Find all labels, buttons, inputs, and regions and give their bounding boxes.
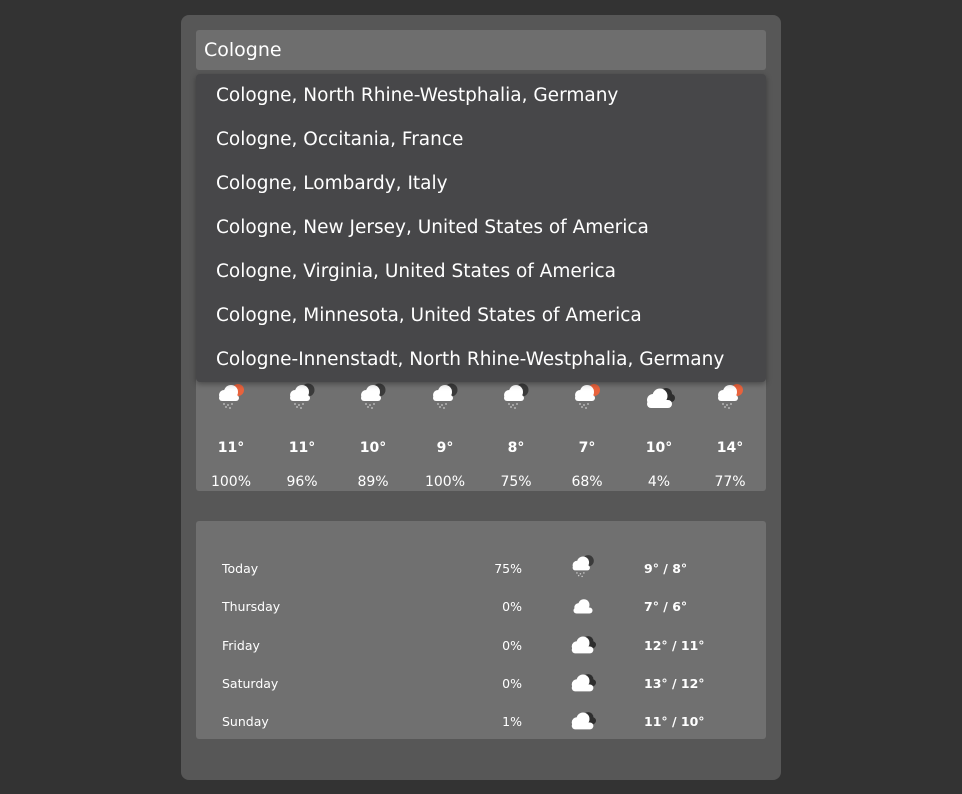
daily-row: Friday 0% 12° / 11° <box>196 636 766 656</box>
daily-day: Friday <box>222 638 260 653</box>
suggestion-item[interactable]: Cologne, Lombardy, Italy <box>216 172 448 196</box>
hourly-precip: 100% <box>210 474 252 490</box>
location-suggestions-dropdown: Cologne, North Rhine-Westphalia, Germany… <box>196 74 766 382</box>
daily-row: Thursday 0% 7° / 6° <box>196 597 766 617</box>
hourly-temp: 9° <box>436 440 454 456</box>
rain-sun-icon <box>575 384 600 409</box>
daily-day: Thursday <box>222 599 281 614</box>
daily-precip: 1% <box>502 714 522 729</box>
daily-high-low: 11° / 10° <box>644 714 705 729</box>
suggestion-item[interactable]: Cologne, Virginia, United States of Amer… <box>216 260 616 284</box>
hourly-temp: 10° <box>645 440 673 456</box>
hourly-temp: 8° <box>507 440 525 456</box>
hourly-temp: 7° <box>578 440 596 456</box>
hourly-precip: 100% <box>424 474 466 490</box>
daily-day: Saturday <box>222 676 279 691</box>
rain-sun-icon <box>718 384 743 409</box>
hourly-precip: 4% <box>647 474 671 490</box>
daily-forecast: Today 75% 9° / 8° Thursday 0% 7° / 6° Fr… <box>196 521 766 739</box>
daily-row: Today 75% 9° / 8° <box>196 555 766 579</box>
hourly-temp: 10° <box>359 440 387 456</box>
daily-high-low: 12° / 11° <box>644 638 705 653</box>
suggestion-item[interactable]: Cologne, Minnesota, United States of Ame… <box>216 304 642 328</box>
daily-day: Sunday <box>222 714 269 729</box>
daily-high-low: 7° / 6° <box>644 599 688 614</box>
hourly-temp: 14° <box>716 440 744 456</box>
rain-moon-icon <box>572 555 594 578</box>
daily-precip: 75% <box>494 561 522 576</box>
rain-moon-icon <box>504 383 529 409</box>
daily-precip: 0% <box>502 599 522 614</box>
hourly-precip: 89% <box>357 474 389 490</box>
rain-moon-icon <box>290 383 315 409</box>
daily-day: Today <box>222 561 259 576</box>
hourly-temp: 11° <box>288 440 316 456</box>
hourly-precip: 77% <box>714 474 746 490</box>
suggestion-item[interactable]: Cologne, North Rhine-Westphalia, Germany <box>216 84 618 108</box>
search-input[interactable] <box>196 30 766 70</box>
daily-high-low: 9° / 8° <box>644 561 688 576</box>
rain-moon-icon <box>433 383 458 409</box>
daily-row: Saturday 0% 13° / 12° <box>196 674 766 694</box>
cloudy-icon <box>647 388 675 408</box>
hourly-precip: 68% <box>571 474 603 490</box>
daily-precip: 0% <box>502 638 522 653</box>
suggestion-item[interactable]: Cologne-Innenstadt, North Rhine-Westphal… <box>216 348 724 372</box>
daily-row: Sunday 1% 11° / 10° <box>196 712 766 732</box>
daily-high-low: 13° / 12° <box>644 676 705 691</box>
cloudy-icon <box>571 636 596 654</box>
rain-moon-icon <box>361 383 386 409</box>
cloudy-icon <box>571 674 596 692</box>
daily-precip: 0% <box>502 676 522 691</box>
suggestion-item[interactable]: Cologne, New Jersey, United States of Am… <box>216 216 649 240</box>
hourly-temp: 11° <box>217 440 245 456</box>
hourly-precip: 75% <box>500 474 532 490</box>
suggestion-item[interactable]: Cologne, Occitania, France <box>216 128 463 152</box>
hourly-precip: 96% <box>286 474 318 490</box>
cloud-icon <box>573 599 593 614</box>
rain-sun-icon <box>219 384 244 409</box>
cloudy-icon <box>571 712 596 730</box>
hourly-forecast: 11° 100% 11° 96% 10° 89% 9° 100% 8° 75% … <box>196 373 766 491</box>
